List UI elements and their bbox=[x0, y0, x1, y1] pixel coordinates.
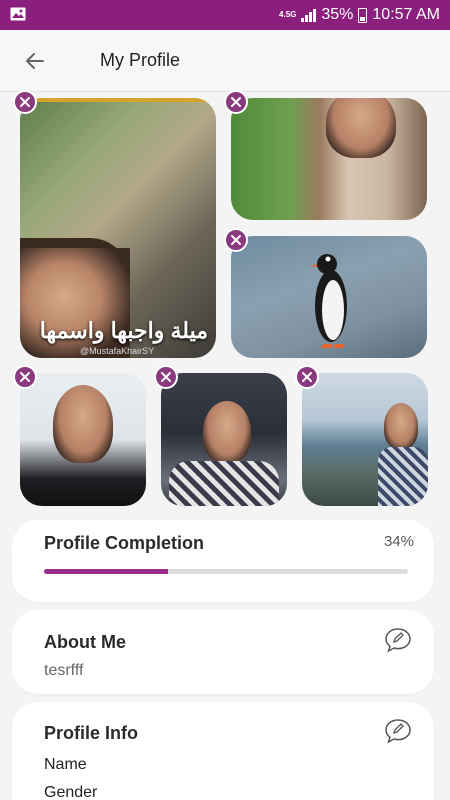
battery-percent: 35% bbox=[321, 6, 354, 23]
about-me-text: tesrfff bbox=[44, 662, 84, 679]
profile-photo-4[interactable] bbox=[20, 373, 146, 506]
edit-about-button[interactable] bbox=[384, 627, 412, 653]
edit-profile-info-button[interactable] bbox=[384, 718, 412, 744]
status-bar: 4.5G 35% 10:57 AM bbox=[0, 0, 450, 30]
remove-photo-6-button[interactable] bbox=[295, 365, 319, 389]
profile-info-title: Profile Info bbox=[44, 723, 138, 743]
clock: 10:57 AM bbox=[372, 6, 440, 23]
network-label: 4.5G bbox=[279, 10, 297, 19]
remove-photo-5-button[interactable] bbox=[154, 365, 178, 389]
remove-photo-4-button[interactable] bbox=[13, 365, 37, 389]
close-icon bbox=[302, 372, 312, 382]
network-type: 4.5G bbox=[279, 11, 296, 19]
profile-info-card: Profile Info Name Gender bbox=[12, 702, 434, 800]
shirt bbox=[378, 447, 428, 506]
photo-handle: @MustafaKhairSY bbox=[80, 346, 155, 356]
back-button[interactable] bbox=[20, 46, 50, 76]
profile-completion-card: Profile Completion 34% bbox=[12, 520, 434, 602]
edit-icon bbox=[385, 719, 411, 744]
story-progress-bar bbox=[20, 98, 216, 102]
arrow-left-icon bbox=[26, 53, 44, 69]
remove-photo-3-button[interactable] bbox=[224, 228, 248, 252]
close-icon bbox=[231, 235, 241, 245]
close-icon bbox=[161, 372, 171, 382]
about-me-card: About Me tesrfff bbox=[12, 610, 434, 694]
photo-caption: ميلة واجبها واسمها bbox=[39, 318, 208, 343]
profile-info-field-gender: Gender bbox=[44, 784, 98, 800]
close-icon bbox=[20, 97, 30, 107]
profile-photo-6[interactable] bbox=[302, 373, 428, 506]
profile-photo-5[interactable] bbox=[161, 373, 287, 506]
profile-photo-3[interactable] bbox=[231, 236, 427, 358]
completion-progress-fill bbox=[44, 569, 168, 574]
profile-photo-2[interactable] bbox=[231, 98, 427, 220]
shirt bbox=[169, 461, 279, 506]
signal-icon bbox=[301, 8, 317, 22]
completion-percent: 34% bbox=[383, 533, 414, 550]
remove-photo-2-button[interactable] bbox=[224, 90, 248, 114]
profile-info-field-name: Name bbox=[44, 756, 87, 773]
edit-icon bbox=[385, 628, 411, 653]
battery-icon bbox=[358, 7, 368, 23]
about-me-title: About Me bbox=[44, 632, 126, 652]
close-icon bbox=[231, 97, 241, 107]
completion-progress-bar bbox=[44, 569, 408, 574]
profile-photo-1[interactable]: ميلة واجبها واسمها @MustafaKhairSY bbox=[20, 98, 216, 358]
gallery-notification-icon bbox=[10, 7, 26, 21]
app-bar: My Profile bbox=[0, 30, 450, 92]
close-icon bbox=[20, 372, 30, 382]
penguin bbox=[310, 254, 347, 348]
page-title: My Profile bbox=[100, 50, 181, 70]
remove-photo-1-button[interactable] bbox=[13, 90, 37, 114]
profile-completion-title: Profile Completion bbox=[44, 533, 205, 553]
